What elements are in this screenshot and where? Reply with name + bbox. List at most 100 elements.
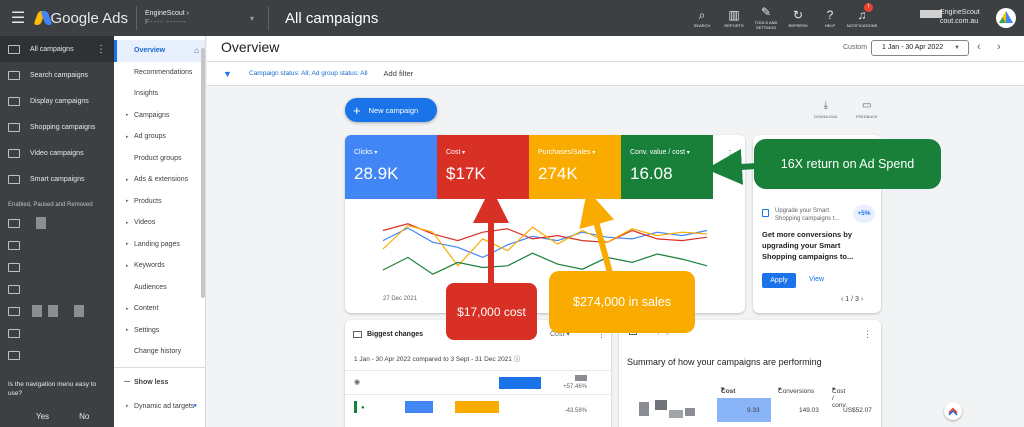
filter-bar: ▼ Campaign status: All; Ad group status:… [207,62,1024,86]
scrollbar[interactable] [201,48,205,298]
campaign-entry[interactable] [0,300,114,322]
subnav-item-change-history[interactable]: Change history [114,341,205,363]
recommendation-subtitle: Upgrade your Smart Shopping campaigns t.… [775,208,840,222]
table-row[interactable]: 9.33 149.03 US$52.07 [619,398,881,422]
campaign-entry[interactable] [0,344,114,366]
next-icon[interactable]: › [861,296,863,303]
menu-icon[interactable]: ☰ [0,8,36,28]
account-name: EngineScout [145,10,185,17]
feedback-button[interactable]: ▭ FEEDBACK [856,100,878,119]
show-less-button[interactable]: — Show less [114,372,205,394]
subnav-item-videos[interactable]: Videos [114,212,205,234]
card-summary: Summary of how your campaigns are perfor… [627,357,822,367]
subnav-item-insights[interactable]: Insights [114,83,205,105]
tools-settings-button[interactable]: ✎ TOOLS AND SETTINGS [750,0,782,36]
subnav-item-landing-pages[interactable]: Landing pages [114,234,205,256]
cost-heat-cell [717,398,771,422]
help-button[interactable]: ? HELP [814,0,846,36]
notifications-button[interactable]: ♫ NOTIFICATIONS ! [846,0,878,36]
subnav-item-content[interactable]: Content [114,298,205,320]
add-filter-button[interactable]: Add filter [384,69,414,78]
account-switcher[interactable]: EngineScout › F---- ------ [145,9,250,27]
refresh-label: REFRESH [788,22,808,28]
nav-item-display-campaigns[interactable]: Display campaigns [0,88,114,114]
notification-badge: ! [864,3,873,12]
reports-button[interactable]: ▥ REPORTS [718,0,750,36]
nav-item-search-campaigns[interactable]: Search campaigns [0,62,114,88]
subnav-item-settings[interactable]: Settings [114,320,205,342]
col-cost-per-conv[interactable]: Cost / conv. ▾ [832,385,847,409]
subnav-item-overview[interactable]: Overview ⌂ [114,40,205,62]
user-account[interactable]: EngineScout cout.com.au [940,8,980,26]
campaign-entry[interactable] [0,322,114,344]
nav-item-video-campaigns[interactable]: Video campaigns [0,140,114,166]
card-title: Biggest changes [367,331,424,338]
sales-annotation: $274,000 in sales [549,271,695,333]
metric-conv-value-cost[interactable]: Conv. value / cost 16.08 [621,135,713,199]
table-row[interactable]: ◉ +57.46% [345,370,611,394]
subnav-item-recommendations[interactable]: Recommendations [114,62,205,84]
subnav-item-label: Keywords [134,262,165,270]
filter-icon[interactable]: ▼ [223,69,233,79]
campaign-entry[interactable] [0,234,114,256]
avatar[interactable] [996,8,1016,28]
col-conversions[interactable]: Conversions ▾ [778,385,814,395]
search-campaign-icon [8,328,20,338]
nav-item-smart-campaigns[interactable]: Smart campaigns [0,166,114,192]
wrench-icon: ✎ [760,5,772,19]
filter-summary[interactable]: Campaign status: All; Ad group status: A… [249,70,368,77]
subnav-item-audiences[interactable]: Audiences [114,277,205,299]
more-vert-icon[interactable]: ⋮ [725,149,735,160]
subnav-item-products[interactable]: Products [114,191,205,213]
subnav-item-campaigns[interactable]: Campaigns [114,105,205,127]
date-mode-label: Custom [843,44,868,51]
user-line2: cout.com.au [940,18,979,25]
refresh-icon: ↻ [792,7,804,22]
nav-item-all-campaigns[interactable]: All campaigns ⋮ [0,36,114,62]
cost-annotation: $17,000 cost [446,283,537,340]
apply-button[interactable]: Apply [762,273,796,288]
display-campaign-icon [8,96,20,106]
nav-item-shopping-campaigns[interactable]: Shopping campaigns [0,114,114,140]
new-campaign-button[interactable]: + New campaign [345,98,437,122]
next-period-icon[interactable]: › [997,41,1001,53]
survey-no-button[interactable]: No [79,412,89,421]
campaign-entry[interactable] [0,256,114,278]
help-icon[interactable]: ⓘ [514,356,521,363]
metric-value: 274K [538,164,578,183]
survey-yes-button[interactable]: Yes [36,412,49,421]
chevron-down-icon: ▼ [954,45,960,51]
previous-period-icon[interactable]: ‹ [977,41,981,53]
brand-badge[interactable] [944,402,962,420]
subnav-item-ads-extensions[interactable]: Ads & extensions [114,169,205,191]
subnav-item-keywords[interactable]: Keywords [114,255,205,277]
metric-value: 28.9K [354,164,399,183]
subnav-item-dynamic-ad-targets[interactable]: Dynamic ad targets● [114,393,205,419]
table-row[interactable]: ● -43.58% [345,394,611,418]
date-range-picker[interactable]: 1 Jan - 30 Apr 2022 ▼ [871,40,969,56]
survey-question: Is the navigation menu easy to use? [8,381,97,397]
search-button[interactable]: ⌕ SEARCH [686,0,718,36]
metric-cost[interactable]: Cost $17K [437,135,529,199]
metric-clicks[interactable]: Clicks 28.9K [345,135,437,199]
subnav-item-product-groups[interactable]: Product groups [114,148,205,170]
more-vert-icon[interactable]: ⋮ [96,44,106,55]
campaign-entry[interactable] [0,212,114,234]
refresh-button[interactable]: ↻ REFRESH [782,0,814,36]
subnav-item-label: Insights [134,90,159,98]
prev-icon[interactable]: ‹ [841,296,843,303]
chevron-down-icon[interactable]: ▾ [250,14,260,23]
search-campaign-icon [8,240,20,250]
home-icon: ⌂ [194,46,199,56]
subnav-item-ad-groups[interactable]: Ad groups [114,126,205,148]
smart-campaign-icon [8,174,20,184]
campaigns-summary-card: Campaigns ⋮ Summary of how your campaign… [619,320,881,427]
col-cost[interactable]: Cost ▾ [721,385,735,395]
google-ads-logo[interactable]: Google Ads [33,10,128,27]
metric-purchases[interactable]: Purchases/Sales 274K [529,135,621,199]
view-button[interactable]: View [809,276,824,283]
more-vert-icon[interactable]: ⋮ [863,329,872,340]
chart-series-line-2 [382,224,708,267]
download-button[interactable]: ⤓ DOWNLOAD [814,100,838,119]
campaign-entry[interactable] [0,278,114,300]
